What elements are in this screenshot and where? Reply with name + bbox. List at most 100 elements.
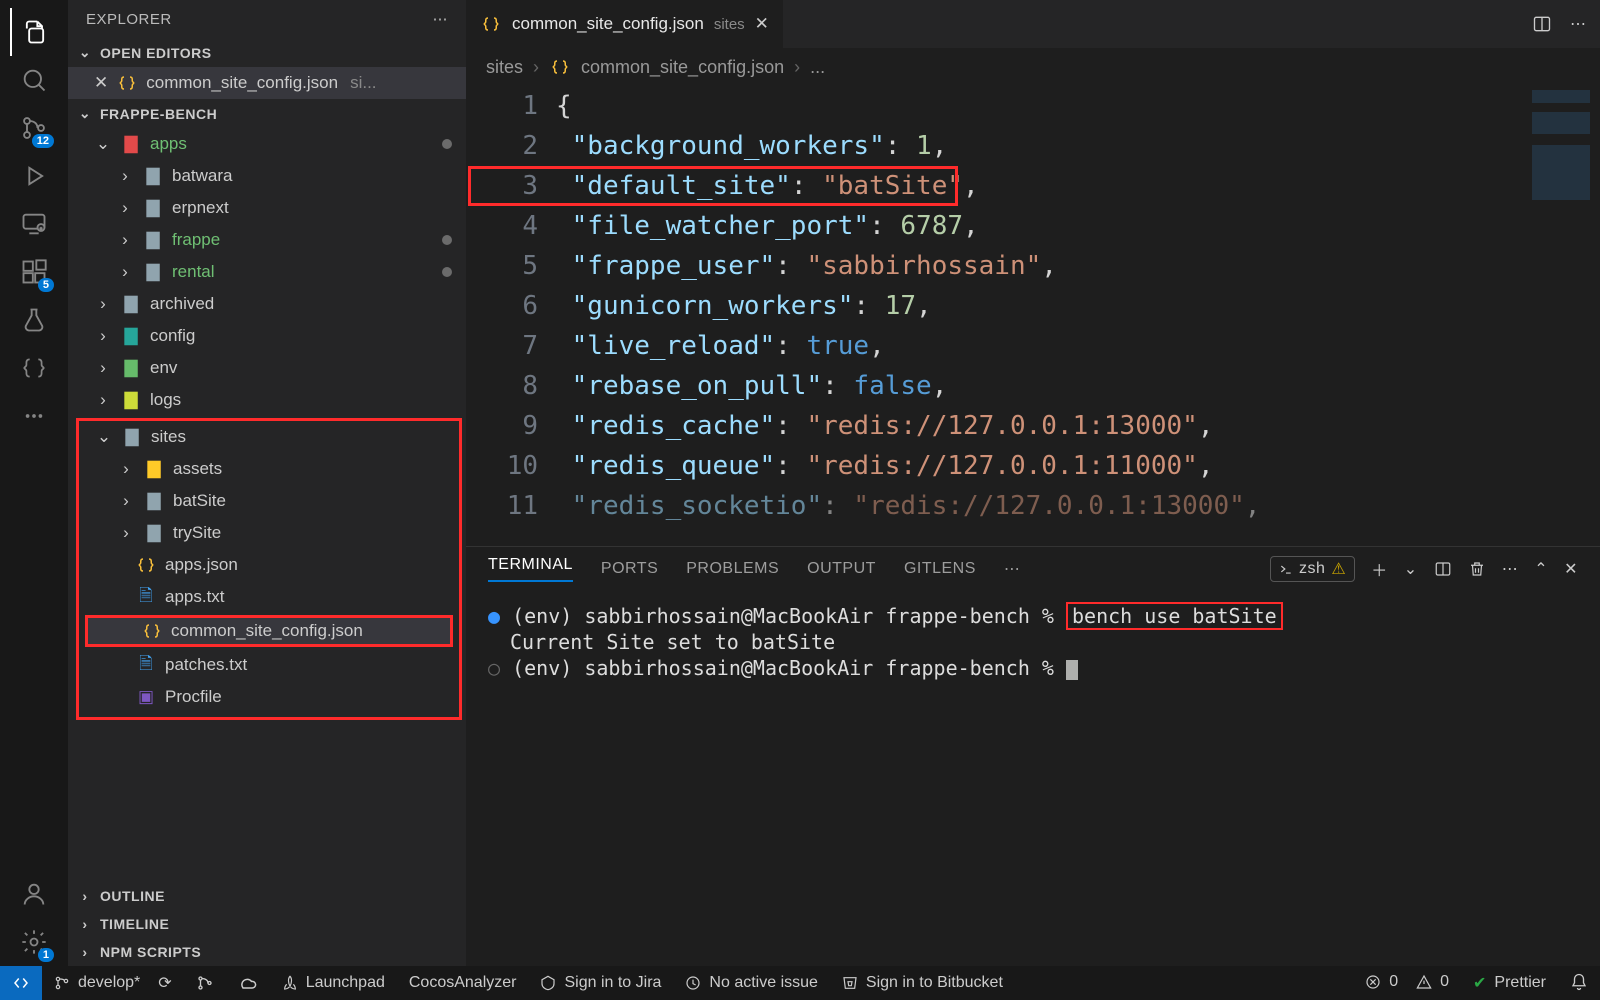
notifications-icon[interactable] (1558, 973, 1600, 991)
json-file-icon (135, 554, 157, 576)
tab-problems[interactable]: PROBLEMS (686, 560, 779, 578)
folder-icon: ▇ (142, 197, 164, 219)
folder-icon: ▇ (120, 133, 142, 155)
folder-batsite[interactable]: ›▇batSite (79, 485, 459, 517)
bitbucket-signin[interactable]: Sign in to Bitbucket (830, 966, 1015, 1000)
run-debug-icon[interactable] (10, 152, 58, 200)
folder-archived[interactable]: ›▇archived (68, 288, 466, 320)
folder-env[interactable]: ›▇env (68, 352, 466, 384)
file-patches-txt[interactable]: 🗎patches.txt (79, 649, 459, 681)
tab-output[interactable]: OUTPUT (807, 560, 876, 578)
tab-ports[interactable]: PORTS (601, 560, 658, 578)
settings-icon[interactable]: 1 (10, 918, 58, 966)
prettier-status[interactable]: ✔Prettier (1461, 973, 1558, 993)
outline-section[interactable]: ›OUTLINE (68, 882, 466, 910)
folder-erpnext[interactable]: ›▇erpnext (68, 192, 466, 224)
testing-icon[interactable] (10, 296, 58, 344)
close-icon[interactable]: ✕ (94, 73, 108, 93)
workspace-section[interactable]: ⌄ FRAPPE-BENCH (68, 99, 466, 128)
warning-icon: ⚠ (1331, 559, 1346, 579)
folder-icon: ▇ (143, 490, 165, 512)
remote-explorer-icon[interactable] (10, 200, 58, 248)
tab-gitlens[interactable]: GITLENS (904, 560, 976, 578)
source-control-icon[interactable]: 12 (10, 104, 58, 152)
tab-common-site-config[interactable]: common_site_config.json sites ✕ (466, 0, 783, 48)
folder-trysite[interactable]: ›▇trySite (79, 517, 459, 549)
remote-indicator[interactable] (0, 966, 42, 1000)
account-icon[interactable] (10, 870, 58, 918)
extensions-icon[interactable]: 5 (10, 248, 58, 296)
cocos-analyzer[interactable]: CocosAnalyzer (397, 966, 529, 1000)
sync-icon[interactable]: ⟳ (158, 973, 171, 993)
maximize-panel-icon[interactable]: ⌃ (1534, 559, 1548, 579)
file-common-site-config[interactable]: common_site_config.json (85, 615, 453, 647)
json-file-icon (549, 56, 571, 78)
jira-signin[interactable]: Sign in to Jira (528, 966, 673, 1000)
panel-tabs: TERMINAL PORTS PROBLEMS OUTPUT GITLENS ⋯… (466, 547, 1600, 591)
folder-icon: ▇ (142, 261, 164, 283)
open-editor-item[interactable]: ✕ common_site_config.json si... (68, 67, 466, 99)
problems-status[interactable]: 0 0 (1353, 973, 1461, 991)
close-tab-icon[interactable]: ✕ (755, 14, 769, 34)
more-icon[interactable] (10, 392, 58, 440)
terminal-body[interactable]: ● (env) sabbirhossain@MacBookAir frappe-… (466, 591, 1600, 966)
terminal-dropdown-icon[interactable]: ⌄ (1404, 559, 1418, 579)
open-editors-section[interactable]: ⌄ OPEN EDITORS (68, 38, 466, 67)
file-apps-json[interactable]: apps.json (79, 549, 459, 581)
folder-icon: ▇ (142, 165, 164, 187)
minimap[interactable] (1532, 90, 1590, 200)
cloud-icon[interactable] (226, 966, 270, 1000)
status-bar: develop*⟳ Launchpad CocosAnalyzer Sign i… (0, 966, 1600, 1000)
panel-more-icon[interactable]: ⋯ (1004, 559, 1021, 579)
tab-terminal[interactable]: TERMINAL (488, 556, 573, 582)
npm-scripts-section[interactable]: ›NPM SCRIPTS (68, 938, 466, 966)
close-panel-icon[interactable]: ✕ (1564, 559, 1578, 579)
terminal-output-line: Current Site set to batSite (488, 629, 1578, 655)
folder-batwara[interactable]: ›▇batwara (68, 160, 466, 192)
terminal-cursor (1066, 660, 1078, 680)
json-file-icon (480, 13, 502, 35)
breadcrumb[interactable]: sites› common_site_config.json› ... (466, 48, 1600, 86)
chevron-right-icon: › (76, 888, 94, 904)
sidebar-more-icon[interactable]: ⋯ (433, 10, 449, 28)
new-terminal-icon[interactable]: ＋ (1371, 557, 1388, 581)
highlight-command: bench use batSite (1066, 602, 1283, 630)
json-icon[interactable] (10, 344, 58, 392)
folder-assets-icon: ▇ (143, 458, 165, 480)
split-terminal-icon[interactable] (1434, 560, 1452, 578)
sidebar-title: EXPLORER (86, 11, 172, 28)
terminal-shell-selector[interactable]: zsh⚠ (1270, 556, 1355, 582)
panel-actions-more-icon[interactable]: ⋯ (1502, 559, 1519, 579)
explorer-sidebar: EXPLORER ⋯ ⌄ OPEN EDITORS ✕ common_site_… (68, 0, 466, 966)
folder-env-icon: ▇ (120, 357, 142, 379)
folder-apps[interactable]: ⌄▇apps (68, 128, 466, 160)
line-gutter: 1234567891011 (466, 86, 556, 546)
folder-icon: ▇ (121, 426, 143, 448)
timeline-section[interactable]: ›TIMELINE (68, 910, 466, 938)
launchpad[interactable]: Launchpad (270, 966, 397, 1000)
folder-assets[interactable]: ›▇assets (79, 453, 459, 485)
folder-logs[interactable]: ›▇logs (68, 384, 466, 416)
json-file-icon (116, 72, 138, 94)
folder-logs-icon: ▇ (120, 389, 142, 411)
more-actions-icon[interactable]: ⋯ (1570, 14, 1586, 34)
chevron-down-icon: ⌄ (76, 44, 94, 61)
kill-terminal-icon[interactable] (1468, 560, 1486, 578)
folder-frappe[interactable]: ›▇frappe (68, 224, 466, 256)
code-editor[interactable]: 1234567891011 { "background_workers": 1,… (466, 86, 1600, 546)
active-issue[interactable]: No active issue (673, 966, 830, 1000)
text-file-icon: 🗎 (135, 586, 157, 608)
folder-rental[interactable]: ›▇rental (68, 256, 466, 288)
folder-sites[interactable]: ⌄▇sites (79, 421, 459, 453)
file-apps-txt[interactable]: 🗎apps.txt (79, 581, 459, 613)
activity-bar: 12 5 1 (0, 0, 68, 966)
file-procfile[interactable]: ▣Procfile (79, 681, 459, 713)
explorer-icon[interactable] (10, 8, 58, 56)
search-icon[interactable] (10, 56, 58, 104)
folder-icon: ▇ (142, 229, 164, 251)
split-editor-icon[interactable] (1532, 14, 1552, 34)
graph-icon[interactable] (184, 966, 226, 1000)
ext-badge: 5 (38, 278, 54, 292)
folder-config[interactable]: ›▇config (68, 320, 466, 352)
git-branch[interactable]: develop*⟳ (42, 966, 184, 1000)
